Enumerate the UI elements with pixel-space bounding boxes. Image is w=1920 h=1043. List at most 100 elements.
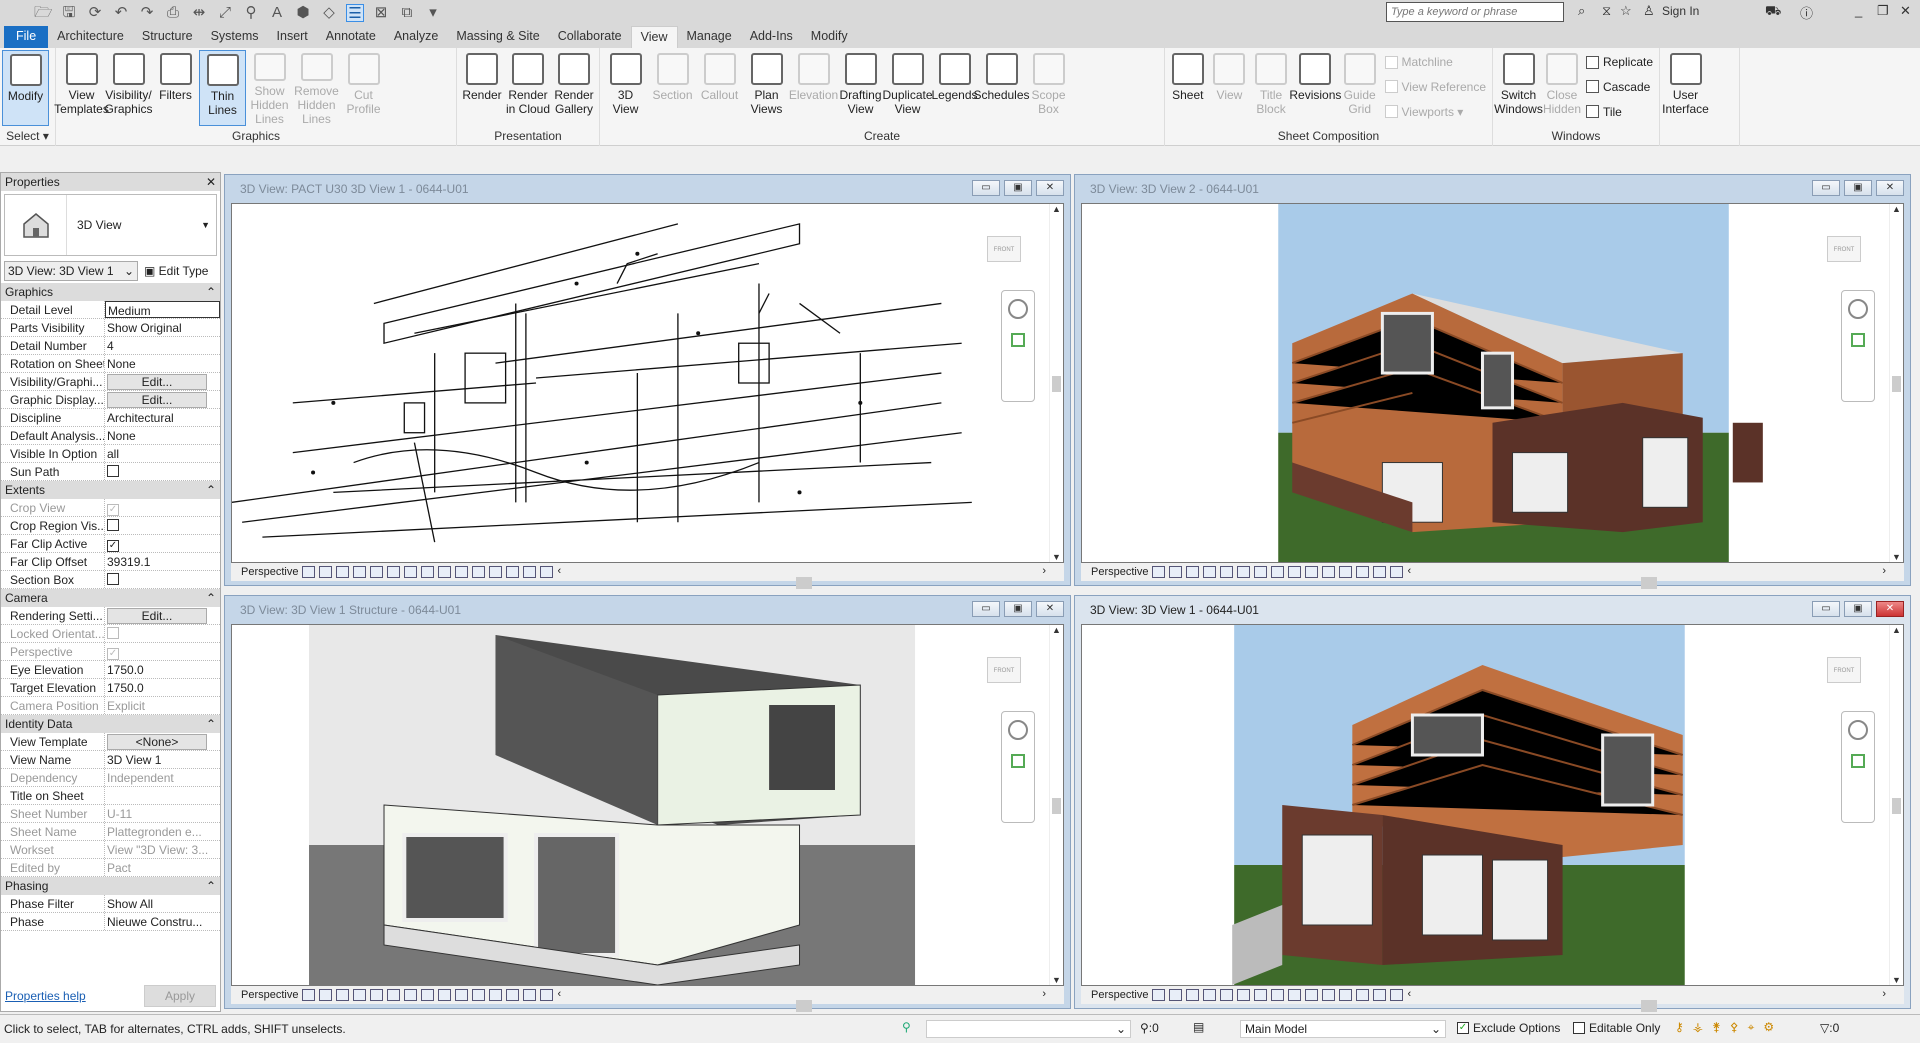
shadows-icon[interactable] <box>370 566 384 578</box>
tab-structure[interactable]: Structure <box>133 26 202 48</box>
horizontal-scrollbar[interactable]: ‹ › <box>557 988 1064 1012</box>
horizontal-scrollbar[interactable]: ‹ › <box>1407 988 1904 1012</box>
view-button[interactable]: View <box>1209 50 1251 126</box>
view-cube[interactable]: FRONT <box>987 236 1021 262</box>
revisions-button[interactable]: Revisions <box>1289 50 1341 126</box>
zoom-icon[interactable] <box>1011 754 1025 768</box>
property-value[interactable]: Plattegronden e... <box>105 823 220 840</box>
maximize-view-button[interactable]: ▣ <box>1844 601 1872 617</box>
hide-analysis-icon[interactable] <box>1356 566 1370 578</box>
guide-grid-button[interactable]: Guide Grid <box>1339 50 1381 126</box>
section-button[interactable]: Section <box>649 50 696 126</box>
navigation-bar[interactable] <box>1841 711 1875 823</box>
title-block-button[interactable]: Title Block <box>1250 50 1292 126</box>
visibility-graphics-button[interactable]: Visibility/ Graphics <box>104 50 153 126</box>
unlock-view-icon[interactable] <box>438 989 452 1001</box>
detail-level-icon[interactable] <box>319 566 333 578</box>
maximize-view-button[interactable]: ▣ <box>1004 601 1032 617</box>
save-icon[interactable]: 🖫 <box>60 4 78 22</box>
render-gallery-button[interactable]: Render Gallery <box>551 50 597 126</box>
property-value[interactable]: Pact <box>105 859 220 876</box>
section-header[interactable]: Extents ⌃ <box>1 481 220 499</box>
filters-button[interactable]: Filters <box>152 50 199 126</box>
temp-view-props-icon[interactable] <box>1339 989 1353 1001</box>
tab-architecture[interactable]: Architecture <box>48 26 133 48</box>
tab-systems[interactable]: Systems <box>202 26 268 48</box>
checkbox[interactable] <box>107 519 119 531</box>
visual-style-icon[interactable] <box>336 989 350 1001</box>
design-option-dropdown[interactable]: Main Model ⌄ <box>1240 1020 1446 1038</box>
steering-wheel-icon[interactable] <box>1848 299 1868 319</box>
property-value[interactable]: None <box>105 427 220 444</box>
property-value[interactable]: View "3D View: 3... <box>105 841 220 858</box>
close-hidden-icon[interactable]: ⊠ <box>372 4 390 22</box>
checkbox[interactable]: ✓ <box>107 648 119 660</box>
detail-level-icon[interactable] <box>319 989 333 1001</box>
edit-button[interactable]: Edit... <box>107 608 207 624</box>
sun-path-icon[interactable] <box>1203 566 1217 578</box>
reveal-hidden-icon[interactable] <box>1322 989 1336 1001</box>
collapse-icon[interactable]: ⌃ <box>206 717 216 731</box>
checkbox[interactable] <box>107 627 119 639</box>
render-icon[interactable] <box>1237 566 1251 578</box>
crop-region-icon[interactable] <box>421 989 435 1001</box>
render-button[interactable]: Render <box>459 50 505 126</box>
checkbox[interactable]: ✓ <box>107 504 119 516</box>
checkbox[interactable] <box>107 573 119 585</box>
reveal-hidden-icon[interactable] <box>472 989 486 1001</box>
plan-views-button[interactable]: Plan Views <box>743 50 790 126</box>
steering-wheel-icon[interactable] <box>1008 720 1028 740</box>
matchline-button[interactable]: Matchline <box>1384 55 1487 69</box>
sheet-button[interactable]: Sheet <box>1167 50 1209 126</box>
view-title-bar[interactable]: 3D View: 3D View 1 - 0644-U01 ▭ ▣ ✕ <box>1075 596 1910 624</box>
view-canvas[interactable]: FRONT ▲ ▼ <box>231 624 1064 986</box>
unlock-view-icon[interactable] <box>438 566 452 578</box>
shadows-icon[interactable] <box>1220 566 1234 578</box>
elevation-button[interactable]: Elevation <box>789 50 838 126</box>
apply-button[interactable]: Apply <box>144 985 216 1007</box>
section-header[interactable]: Identity Data ⌃ <box>1 715 220 733</box>
3d-view-icon[interactable]: ⬢ <box>294 4 312 22</box>
render-icon[interactable] <box>387 989 401 1001</box>
property-value[interactable] <box>105 787 220 804</box>
crop-region-icon[interactable] <box>1271 566 1285 578</box>
property-value[interactable]: Nieuwe Constru... <box>105 913 220 930</box>
property-value[interactable]: 39319.1 <box>105 553 220 570</box>
tab-file[interactable]: File <box>4 26 49 48</box>
view-templates-button[interactable]: View Templates <box>54 50 109 126</box>
property-value[interactable]: Medium <box>105 301 220 318</box>
visual-style-icon[interactable] <box>1186 566 1200 578</box>
instance-selector[interactable]: 3D View: 3D View 1 ⌄ <box>4 261 138 281</box>
tile-button[interactable]: Tile <box>1585 105 1653 119</box>
properties-help-link[interactable]: Properties help <box>5 989 86 1003</box>
editable-only-checkbox[interactable]: Editable Only <box>1573 1021 1660 1035</box>
scale-icon[interactable] <box>302 989 316 1001</box>
temp-hide-icon[interactable] <box>455 989 469 1001</box>
property-value[interactable]: Explicit <box>105 697 220 714</box>
help-icon[interactable]: ⓘ <box>1800 3 1813 22</box>
tab-modify[interactable]: Modify <box>802 26 857 48</box>
duplicate-view-button[interactable]: Duplicate View <box>882 50 933 126</box>
tab-massing-site[interactable]: Massing & Site <box>447 26 548 48</box>
tab-view[interactable]: View <box>630 26 678 48</box>
replicate-button[interactable]: Replicate <box>1585 55 1653 69</box>
horizontal-scrollbar[interactable]: ‹ › <box>557 565 1064 589</box>
collapse-icon[interactable]: ⌃ <box>206 483 216 497</box>
close-button[interactable]: ✕ <box>1900 3 1911 19</box>
render-in-cloud-button[interactable]: Render in Cloud <box>505 50 551 126</box>
dimension-icon[interactable]: ⤢ <box>216 4 234 22</box>
binoculars-icon[interactable]: ⌕ <box>1578 3 1585 19</box>
steering-wheel-icon[interactable] <box>1008 299 1028 319</box>
edit-button[interactable]: Edit... <box>107 374 207 390</box>
vertical-scrollbar[interactable]: ▲ ▼ <box>1049 204 1063 562</box>
schedules-button[interactable]: Schedules <box>973 50 1030 126</box>
property-value[interactable]: 1750.0 <box>105 679 220 696</box>
property-value[interactable]: Independent <box>105 769 220 786</box>
navigation-bar[interactable] <box>1841 290 1875 402</box>
property-value[interactable]: 3D View 1 <box>105 751 220 768</box>
user-icon[interactable]: ♙ <box>1643 3 1655 19</box>
collapse-icon[interactable]: ⌃ <box>206 879 216 893</box>
highlight-icon[interactable] <box>523 566 537 578</box>
view-cube[interactable]: FRONT <box>1827 236 1861 262</box>
checkbox[interactable] <box>107 465 119 477</box>
